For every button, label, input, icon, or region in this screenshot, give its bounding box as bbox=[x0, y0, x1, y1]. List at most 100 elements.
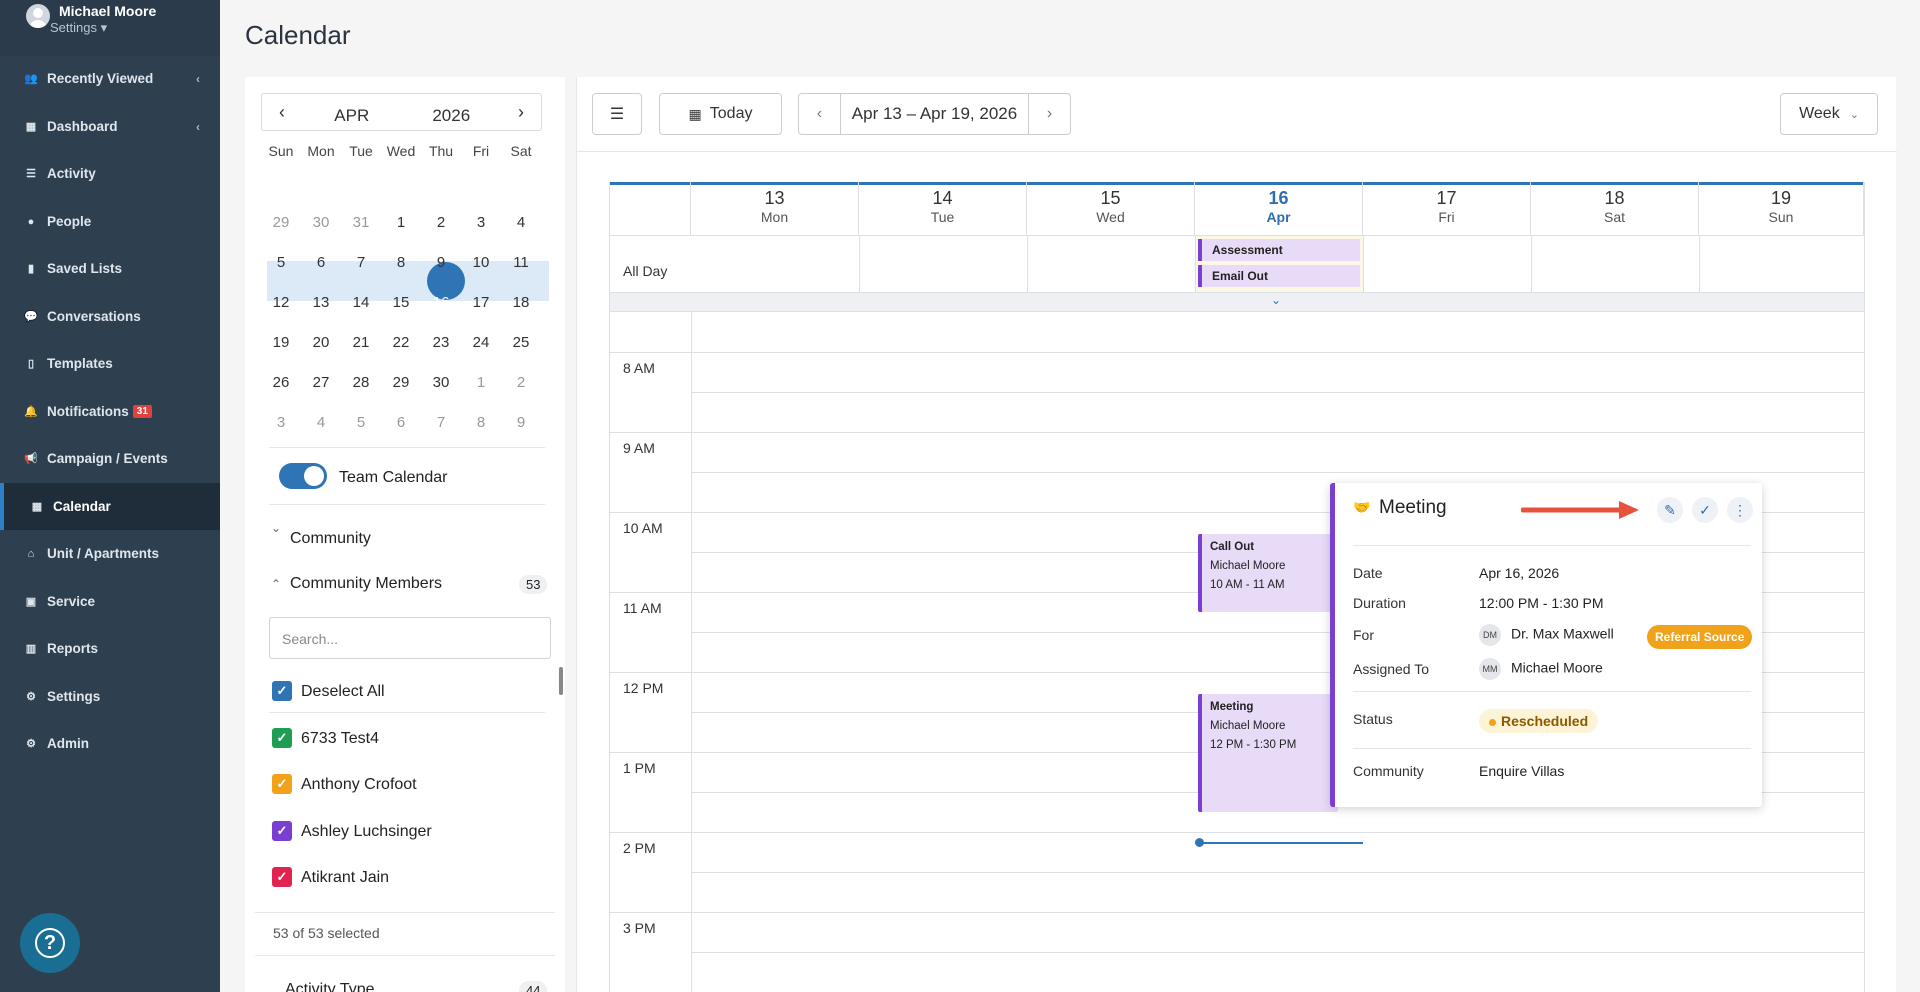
mini-calendar-day[interactable]: 8 bbox=[461, 403, 501, 443]
mini-calendar-day[interactable]: 6 bbox=[381, 403, 421, 443]
mini-calendar-day[interactable]: 31 bbox=[341, 203, 381, 243]
deselect-all-checkbox[interactable]: ✓ bbox=[272, 681, 292, 701]
member-search-input[interactable]: Search... bbox=[269, 617, 551, 659]
sidebar-item-notifications[interactable]: 🔔 Notifications 31 bbox=[0, 388, 220, 435]
activity-type-toggle[interactable]: Activity Type bbox=[285, 981, 375, 992]
mini-calendar-day[interactable]: 26 bbox=[261, 363, 301, 403]
sidebar-item-dashboard[interactable]: ▦ Dashboard ‹ bbox=[0, 103, 220, 150]
mini-calendar-day[interactable]: 28 bbox=[341, 363, 381, 403]
day-header[interactable]: 14 Tue bbox=[859, 182, 1027, 235]
mini-calendar-day[interactable]: 7 bbox=[341, 243, 381, 283]
mini-calendar-day[interactable]: 13 bbox=[301, 283, 341, 323]
member-checkbox[interactable]: ✓ bbox=[272, 821, 292, 841]
more-options-button[interactable]: ⋮ bbox=[1727, 497, 1753, 523]
sidebar-item-people[interactable]: ● People bbox=[0, 198, 220, 245]
day-header[interactable]: 13 Mon bbox=[691, 182, 859, 235]
mini-calendar-day[interactable]: 1 bbox=[461, 363, 501, 403]
mini-calendar-day[interactable]: 29 bbox=[381, 363, 421, 403]
mini-calendar-day[interactable]: 18 bbox=[501, 283, 541, 323]
mini-calendar-day[interactable]: 5 bbox=[261, 243, 301, 283]
mini-calendar-day[interactable]: 15 bbox=[381, 283, 421, 323]
sidebar-item-recently-viewed[interactable]: 👥 Recently Viewed ‹ bbox=[0, 55, 220, 102]
mini-calendar-day[interactable]: 3 bbox=[461, 203, 501, 243]
prev-month-button[interactable]: ‹ bbox=[262, 102, 302, 123]
mini-calendar-day[interactable]: 1 bbox=[381, 203, 421, 243]
mini-calendar-day[interactable]: 10 bbox=[461, 243, 501, 283]
mini-calendar-day[interactable]: 16 bbox=[421, 283, 461, 323]
user-settings-dropdown[interactable]: Settings ▾ bbox=[50, 20, 156, 36]
filter-settings-button[interactable]: ☰ bbox=[592, 93, 642, 135]
all-day-event[interactable]: Assessment bbox=[1198, 239, 1360, 261]
sidebar-item-reports[interactable]: ▥ Reports bbox=[0, 625, 220, 672]
view-select[interactable]: Week ⌄ bbox=[1780, 93, 1878, 135]
community-members-toggle[interactable]: Community Members bbox=[290, 575, 442, 593]
month-select[interactable]: APR bbox=[302, 98, 402, 126]
mini-calendar-day[interactable]: 12 bbox=[261, 283, 301, 323]
mini-calendar-day[interactable]: 22 bbox=[381, 323, 421, 363]
calendar-event[interactable]: Meeting Michael Moore 12 PM - 1:30 PM bbox=[1198, 694, 1338, 812]
mini-calendar-day[interactable]: 21 bbox=[341, 323, 381, 363]
mini-calendar-day[interactable]: 6 bbox=[301, 243, 341, 283]
mini-calendar-day[interactable]: 25 bbox=[501, 323, 541, 363]
mini-calendar-day[interactable]: 19 bbox=[261, 323, 301, 363]
mini-calendar-day[interactable]: 2 bbox=[421, 203, 461, 243]
chevron-up-icon[interactable]: ⌃ bbox=[271, 577, 281, 591]
member-checkbox[interactable]: ✓ bbox=[272, 774, 292, 794]
complete-event-button[interactable]: ✓ bbox=[1692, 497, 1718, 523]
mini-calendar-day[interactable]: 30 bbox=[301, 203, 341, 243]
help-button[interactable]: ? bbox=[20, 913, 80, 973]
mini-calendar-day[interactable]: 30 bbox=[421, 363, 461, 403]
calendar-event[interactable]: Call Out Michael Moore 10 AM - 11 AM bbox=[1198, 534, 1338, 612]
mini-calendar-day[interactable]: 14 bbox=[341, 283, 381, 323]
mini-calendar-day[interactable]: 27 bbox=[301, 363, 341, 403]
mini-calendar-day[interactable]: 29 bbox=[261, 203, 301, 243]
mini-calendar-day[interactable]: 11 bbox=[501, 243, 541, 283]
sidebar-item-calendar[interactable]: ▦ Calendar bbox=[0, 483, 220, 530]
member-checkbox[interactable]: ✓ bbox=[272, 867, 292, 887]
for-contact-link[interactable]: DM Dr. Max Maxwell bbox=[1479, 624, 1614, 646]
day-header[interactable]: 17 Fri bbox=[1363, 182, 1531, 235]
sidebar-item-settings[interactable]: ⚙ Settings bbox=[0, 673, 220, 720]
sidebar-item-templates[interactable]: ▯ Templates bbox=[0, 340, 220, 387]
mini-calendar-day[interactable]: 23 bbox=[421, 323, 461, 363]
next-week-button[interactable]: › bbox=[1028, 94, 1070, 134]
mini-calendar-day[interactable]: 4 bbox=[501, 203, 541, 243]
sidebar-item-unit-apartments[interactable]: ⌂ Unit / Apartments bbox=[0, 530, 220, 577]
mini-calendar-day[interactable]: 17 bbox=[461, 283, 501, 323]
mini-calendar-day[interactable]: 24 bbox=[461, 323, 501, 363]
edit-event-button[interactable]: ✎ bbox=[1657, 497, 1683, 523]
mini-calendar-day[interactable]: 3 bbox=[261, 403, 301, 443]
team-calendar-toggle[interactable] bbox=[279, 463, 327, 489]
mini-calendar-day[interactable]: 5 bbox=[341, 403, 381, 443]
expand-all-day-icon[interactable]: ⌄ bbox=[1231, 293, 1321, 307]
prev-week-button[interactable]: ‹ bbox=[799, 94, 841, 134]
member-checkbox[interactable]: ✓ bbox=[272, 728, 292, 748]
member-name[interactable]: Atikrant Jain bbox=[301, 869, 389, 887]
mini-calendar-day[interactable]: 8 bbox=[381, 243, 421, 283]
sidebar-item-campaign-events[interactable]: 📢 Campaign / Events bbox=[0, 435, 220, 482]
deselect-all-label[interactable]: Deselect All bbox=[301, 683, 385, 701]
today-button[interactable]: ▦ Today bbox=[659, 93, 782, 135]
all-day-event[interactable]: Email Out bbox=[1198, 265, 1360, 287]
next-month-button[interactable]: › bbox=[501, 102, 541, 123]
sidebar-item-activity[interactable]: ☰ Activity bbox=[0, 150, 220, 197]
day-header[interactable]: 15 Wed bbox=[1027, 182, 1195, 235]
mini-calendar-day[interactable]: 20 bbox=[301, 323, 341, 363]
chevron-down-icon[interactable]: ⌄ bbox=[271, 521, 281, 535]
sidebar-item-saved-lists[interactable]: ▮ Saved Lists bbox=[0, 245, 220, 292]
mini-calendar-day[interactable]: 2 bbox=[501, 363, 541, 403]
mini-calendar-day[interactable]: 7 bbox=[421, 403, 461, 443]
member-list-scrollbar[interactable] bbox=[559, 667, 563, 695]
year-select[interactable]: 2026 bbox=[402, 98, 502, 126]
member-name[interactable]: 6733 Test4 bbox=[301, 730, 379, 748]
sidebar-item-admin[interactable]: ⚙ Admin bbox=[0, 720, 220, 767]
day-header[interactable]: 18 Sat bbox=[1531, 182, 1699, 235]
sidebar-item-service[interactable]: ▣ Service bbox=[0, 578, 220, 625]
user-menu[interactable]: Michael Moore Settings ▾ bbox=[0, 0, 220, 56]
member-name[interactable]: Ashley Luchsinger bbox=[301, 823, 432, 841]
mini-calendar-day[interactable]: 9 bbox=[421, 243, 461, 283]
day-header[interactable]: 19 Sun bbox=[1699, 182, 1864, 235]
mini-calendar-day[interactable]: 9 bbox=[501, 403, 541, 443]
mini-calendar-day[interactable]: 4 bbox=[301, 403, 341, 443]
day-header-today[interactable]: 16 Apr bbox=[1195, 182, 1363, 235]
